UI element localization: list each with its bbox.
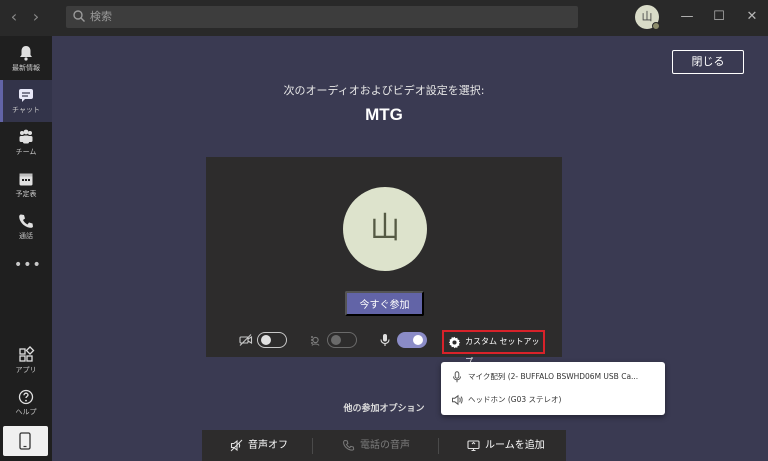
phone-icon	[343, 439, 355, 451]
cast-icon	[467, 440, 480, 452]
toggle-knob	[331, 335, 341, 345]
option-label: 電話の音声	[360, 440, 410, 451]
search-placeholder: 検索	[90, 10, 112, 23]
chat-icon	[19, 89, 33, 102]
join-options-bar: 音声オフ 電話の音声 ルームを追加	[202, 430, 566, 461]
mic-toggle[interactable]	[397, 332, 427, 348]
rail-item-activity[interactable]: 最新情報	[0, 38, 52, 80]
phone-icon	[19, 214, 33, 228]
join-now-button[interactable]: 今すぐ参加	[345, 291, 424, 316]
rail-label: チャット	[12, 106, 40, 114]
toggle-knob	[261, 335, 271, 345]
minimize-icon[interactable]: —	[679, 9, 695, 25]
help-icon	[18, 389, 34, 405]
close-window-icon[interactable]: ✕	[744, 9, 760, 25]
microphone-icon	[453, 371, 461, 383]
presence-dot-icon	[652, 22, 660, 30]
page-title: 次のオーディオおよびビデオ設定を選択:	[283, 84, 485, 97]
divider	[438, 438, 439, 454]
rail-label: 最新情報	[12, 64, 40, 72]
speaker-off-icon	[230, 439, 243, 452]
option-label: ルームを追加	[485, 440, 545, 451]
device-label: マイク配列 (2- BUFFALO BSWHD06M USB Ca...	[468, 372, 639, 381]
back-arrow-icon[interactable]: ‹	[6, 8, 22, 26]
microphone-icon	[380, 334, 390, 346]
avatar-initial: 山	[641, 10, 653, 23]
background-blur-icon	[311, 336, 320, 346]
gear-icon	[448, 336, 461, 349]
device-mic-item[interactable]: マイク配列 (2- BUFFALO BSWHD06M USB Ca...	[441, 366, 665, 388]
blur-toggle[interactable]	[327, 332, 357, 348]
rail-item-calls[interactable]: 通話	[0, 206, 52, 248]
search-icon	[73, 10, 85, 22]
rail-label: チーム	[15, 148, 37, 156]
toggle-knob	[413, 335, 423, 345]
option-label: 音声オフ	[248, 440, 288, 451]
camera-off-icon	[239, 334, 253, 346]
app-rail: 最新情報 チャット チーム 予定表 通話 ••• アプリ ヘルプ	[0, 36, 52, 461]
avatar: 山	[343, 187, 427, 271]
title-bar: ‹ › 検索 山 — ☐ ✕	[0, 0, 768, 36]
mobile-phone-icon	[19, 432, 31, 450]
avatar[interactable]: 山	[635, 5, 660, 30]
rail-label: 予定表	[15, 190, 37, 198]
rail-item-help[interactable]: ヘルプ	[0, 382, 52, 424]
video-toggle[interactable]	[257, 332, 287, 348]
calendar-icon	[19, 173, 33, 186]
video-preview-panel: 山 今すぐ参加	[206, 157, 562, 357]
close-button[interactable]: 閉じる	[672, 50, 744, 74]
rail-item-calendar[interactable]: 予定表	[0, 164, 52, 206]
mobile-device-button[interactable]	[3, 426, 48, 456]
forward-arrow-icon[interactable]: ›	[28, 8, 44, 26]
bell-icon	[20, 46, 32, 61]
rail-label: 通話	[19, 232, 33, 240]
search-input[interactable]: 検索	[66, 6, 578, 28]
meeting-title: MTG	[365, 105, 403, 124]
rail-item-teams[interactable]: チーム	[0, 122, 52, 164]
more-apps-icon[interactable]: •••	[14, 258, 41, 272]
rail-item-apps[interactable]: アプリ	[0, 340, 52, 382]
teams-icon	[19, 129, 33, 144]
maximize-icon[interactable]: ☐	[711, 9, 727, 25]
custom-setup-button[interactable]: カスタム セットアップ	[442, 330, 545, 366]
rail-label: ヘルプ	[15, 408, 37, 416]
other-join-options-heading: 他の参加オプション	[343, 404, 425, 414]
rail-label: アプリ	[15, 366, 37, 374]
divider	[312, 438, 313, 454]
rail-item-chat[interactable]: チャット	[0, 80, 52, 122]
apps-icon	[19, 346, 35, 362]
